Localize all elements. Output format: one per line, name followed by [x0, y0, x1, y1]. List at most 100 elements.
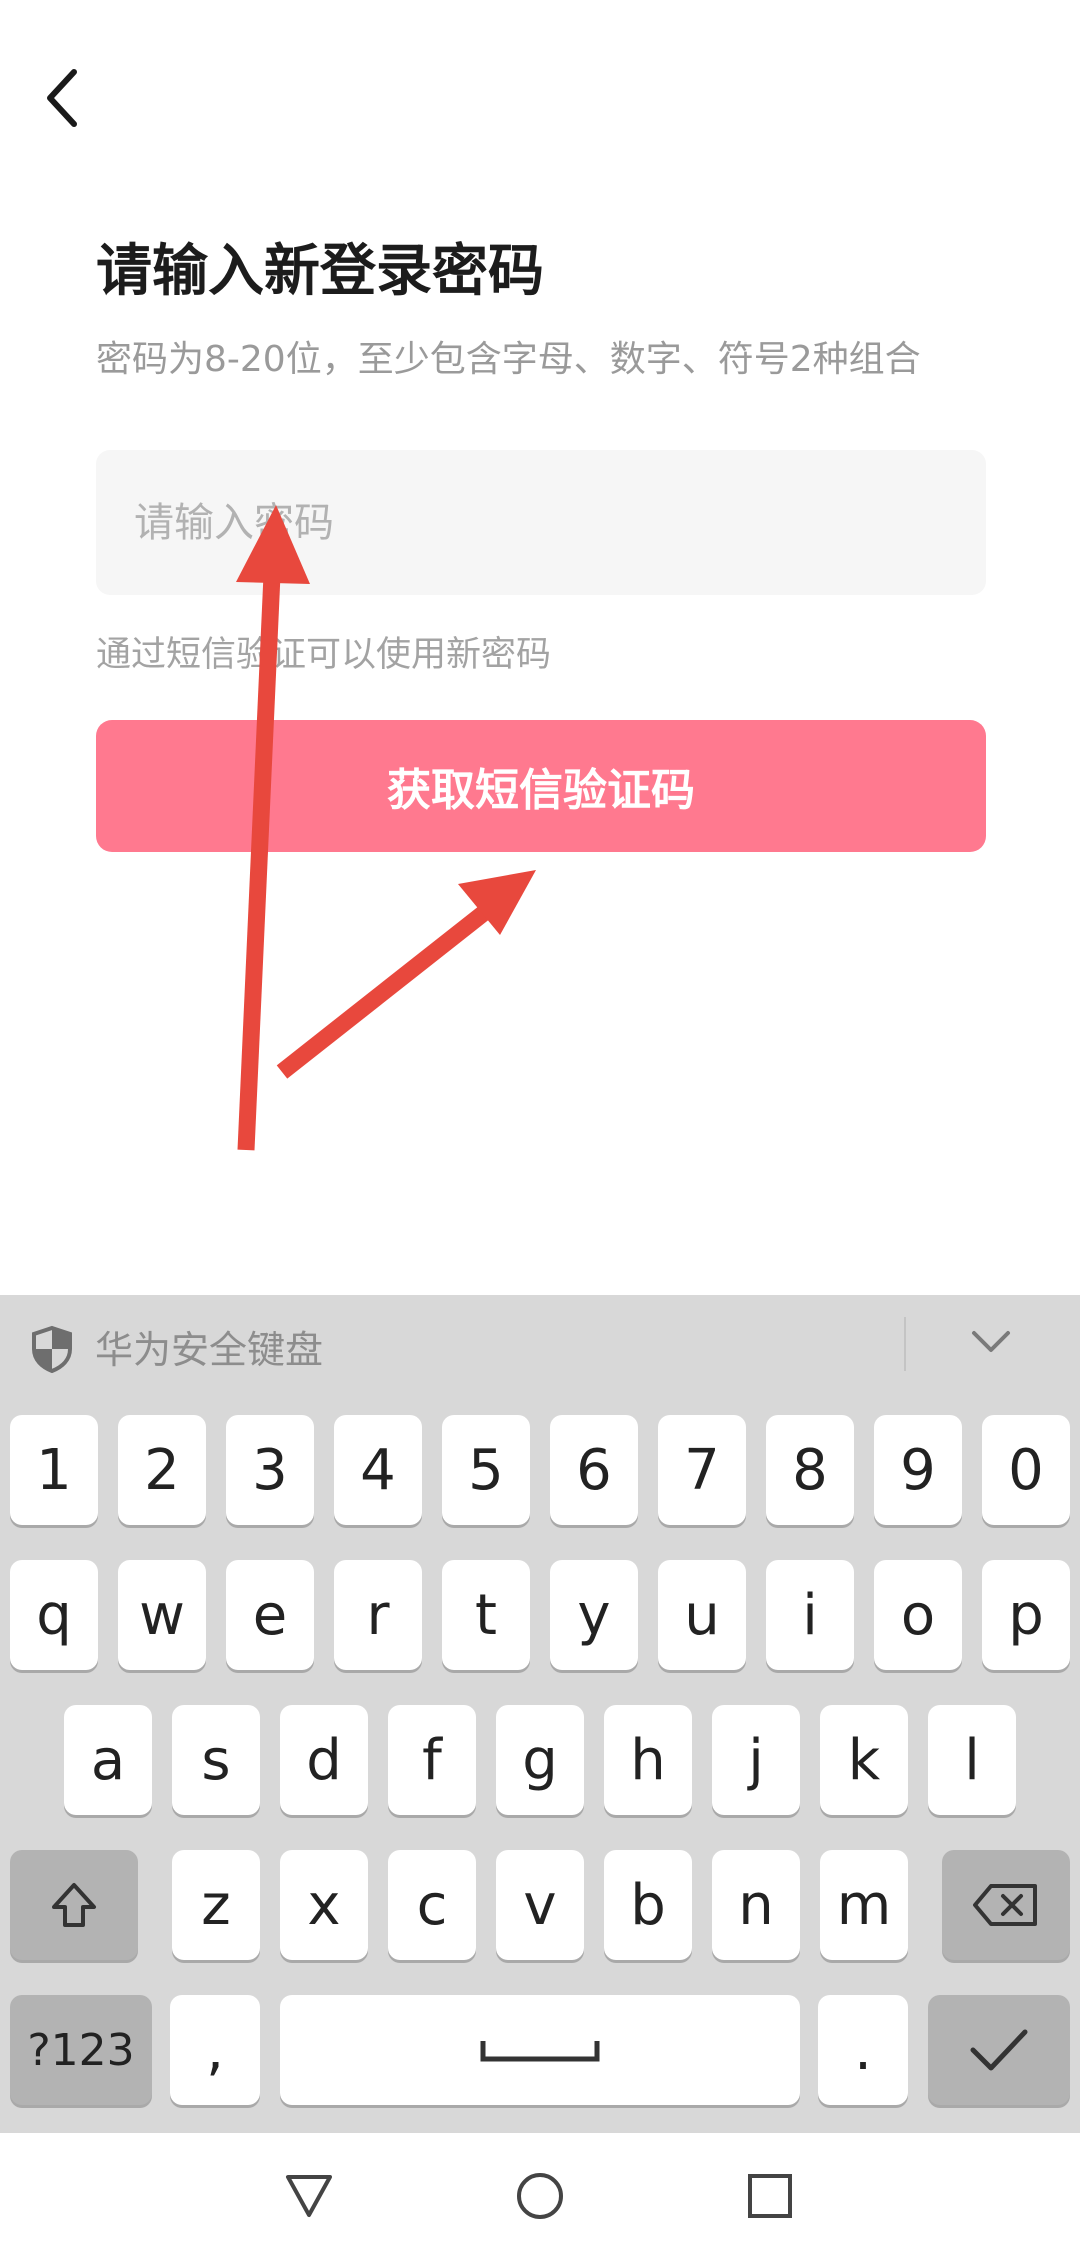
key-label: a: [90, 1727, 126, 1793]
period-key[interactable]: .: [818, 1995, 908, 2105]
number-key[interactable]: 5: [442, 1415, 530, 1525]
key-label: 3: [252, 1437, 288, 1503]
key-label: w: [139, 1582, 185, 1648]
number-key[interactable]: 6: [550, 1415, 638, 1525]
header-divider: [904, 1317, 906, 1371]
shift-key[interactable]: [10, 1850, 138, 1960]
key-label: i: [802, 1582, 818, 1648]
letter-key[interactable]: j: [712, 1705, 800, 1815]
number-key[interactable]: 1: [10, 1415, 98, 1525]
shield-icon: [32, 1325, 72, 1373]
key-label: h: [630, 1727, 666, 1793]
letter-key[interactable]: c: [388, 1850, 476, 1960]
number-key[interactable]: 8: [766, 1415, 854, 1525]
space-key[interactable]: [280, 1995, 800, 2105]
letter-key[interactable]: p: [982, 1560, 1070, 1670]
password-rules: 密码为8-20位，至少包含字母、数字、符号2种组合: [96, 339, 921, 380]
key-label: s: [201, 1727, 231, 1793]
letter-key[interactable]: t: [442, 1560, 530, 1670]
key-label: p: [1008, 1582, 1044, 1648]
triangle-back-icon[interactable]: [274, 2161, 344, 2231]
key-label: l: [964, 1727, 980, 1793]
checkmark-icon: [970, 2029, 1028, 2071]
letter-key[interactable]: k: [820, 1705, 908, 1815]
space-bar-icon: [480, 2041, 600, 2062]
security-keyboard: 华为安全键盘 1 2 3 4 5 6 7 8 9 0 q w e r t y u i o p a s d f g h j k l z…: [0, 1295, 1080, 2133]
symbols-mode-key[interactable]: ?123: [10, 1995, 152, 2105]
letter-key[interactable]: a: [64, 1705, 152, 1815]
letter-key[interactable]: m: [820, 1850, 908, 1960]
number-key[interactable]: 4: [334, 1415, 422, 1525]
key-label: n: [738, 1872, 774, 1938]
letter-key[interactable]: e: [226, 1560, 314, 1670]
key-label: v: [523, 1872, 557, 1938]
key-label: e: [252, 1582, 288, 1648]
key-label: k: [847, 1727, 881, 1793]
key-label: r: [366, 1582, 390, 1648]
key-label: x: [307, 1872, 341, 1938]
letter-key[interactable]: f: [388, 1705, 476, 1815]
letter-key[interactable]: l: [928, 1705, 1016, 1815]
letter-key[interactable]: h: [604, 1705, 692, 1815]
letter-key[interactable]: v: [496, 1850, 584, 1960]
letter-key[interactable]: r: [334, 1560, 422, 1670]
letter-key[interactable]: z: [172, 1850, 260, 1960]
letter-key[interactable]: s: [172, 1705, 260, 1815]
key-label: j: [748, 1727, 764, 1793]
letter-key[interactable]: o: [874, 1560, 962, 1670]
key-label: b: [630, 1872, 666, 1938]
key-label: 6: [576, 1437, 612, 1503]
square-recents-icon[interactable]: [735, 2161, 805, 2231]
key-label: 5: [468, 1437, 504, 1503]
number-key[interactable]: 7: [658, 1415, 746, 1525]
key-label: c: [416, 1872, 448, 1938]
circle-home-icon[interactable]: [505, 2161, 575, 2231]
red-arrow-icon: [276, 870, 536, 1079]
key-label: 4: [360, 1437, 396, 1503]
comma-key[interactable]: ,: [170, 1995, 260, 2105]
key-label: q: [36, 1582, 72, 1648]
password-field[interactable]: [96, 450, 986, 595]
enter-key[interactable]: [928, 1995, 1070, 2105]
letter-key[interactable]: y: [550, 1560, 638, 1670]
shift-icon: [52, 1883, 96, 1927]
backspace-key[interactable]: [942, 1850, 1070, 1960]
sms-hint: 通过短信验证可以使用新密码: [96, 635, 552, 675]
letter-key[interactable]: g: [496, 1705, 584, 1815]
letter-key[interactable]: i: [766, 1560, 854, 1670]
period-label: .: [854, 2017, 872, 2083]
letter-key[interactable]: q: [10, 1560, 98, 1670]
key-label: f: [422, 1727, 442, 1793]
key-label: 0: [1008, 1437, 1044, 1503]
page-title: 请输入新登录密码: [96, 239, 544, 304]
keyboard-header: 华为安全键盘: [0, 1295, 1080, 1395]
key-label: 7: [684, 1437, 720, 1503]
symbols-mode-label: ?123: [27, 2024, 135, 2076]
letter-key[interactable]: b: [604, 1850, 692, 1960]
back-button[interactable]: [40, 58, 100, 138]
key-label: 1: [36, 1437, 72, 1503]
key-label: z: [201, 1872, 231, 1938]
key-label: u: [684, 1582, 720, 1648]
number-key[interactable]: 0: [982, 1415, 1070, 1525]
key-label: 9: [900, 1437, 936, 1503]
keyboard-brand-label: 华为安全键盘: [95, 1328, 324, 1372]
key-label: 8: [792, 1437, 828, 1503]
number-key[interactable]: 3: [226, 1415, 314, 1525]
letter-key[interactable]: w: [118, 1560, 206, 1670]
key-label: d: [306, 1727, 342, 1793]
chevron-down-icon[interactable]: [966, 1323, 1016, 1363]
number-key[interactable]: 9: [874, 1415, 962, 1525]
key-label: m: [836, 1872, 892, 1938]
letter-key[interactable]: d: [280, 1705, 368, 1815]
letter-key[interactable]: x: [280, 1850, 368, 1960]
chevron-left-icon: [47, 69, 77, 127]
password-input[interactable]: [96, 450, 986, 595]
letter-key[interactable]: u: [658, 1560, 746, 1670]
letter-key[interactable]: n: [712, 1850, 800, 1960]
key-label: o: [900, 1582, 936, 1648]
number-key[interactable]: 2: [118, 1415, 206, 1525]
backspace-icon: [973, 1884, 1037, 1926]
comma-label: ,: [206, 2017, 224, 2083]
get-sms-code-button[interactable]: 获取短信验证码: [96, 720, 986, 852]
